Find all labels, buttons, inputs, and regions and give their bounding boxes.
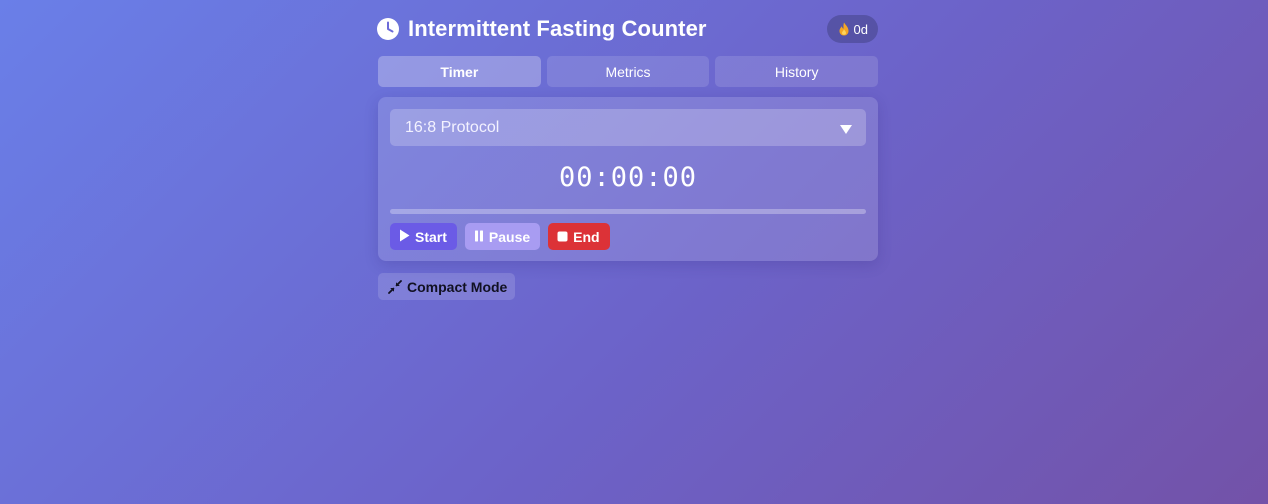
page-title: Intermittent Fasting Counter [408,16,707,41]
start-button[interactable]: Start [390,223,457,250]
chevron-down-icon [839,122,853,134]
stop-icon [557,229,568,245]
pause-icon [474,229,484,245]
timer-card: 16:8 Protocol 00:00:00 Start Pause End [378,97,878,261]
app-container: Intermittent Fasting Counter 0d Timer Me… [377,14,879,300]
timer-display: 00:00:00 [558,162,698,193]
compact-mode-label: Compact Mode [407,278,508,295]
tab-timer[interactable]: Timer [378,56,541,87]
tab-metrics[interactable]: Metrics [546,56,710,87]
title-group: Intermittent Fasting Counter [377,16,707,42]
compress-icon [388,279,402,294]
end-label: End [573,228,600,245]
start-label: Start [415,228,447,245]
tab-history[interactable]: History [715,56,879,87]
tab-bar: Timer Metrics History [378,56,879,87]
protocol-selected-value: 16:8 Protocol [405,118,500,136]
pause-button[interactable]: Pause [464,223,541,250]
end-button[interactable]: End [548,223,610,250]
timer-controls: Start Pause End [390,223,866,250]
clock-icon [377,18,399,40]
header: Intermittent Fasting Counter 0d [377,14,878,44]
compact-mode-button[interactable]: Compact Mode [378,273,515,300]
streak-badge: 0d [826,15,878,43]
progress-bar [390,209,866,214]
protocol-select[interactable]: 16:8 Protocol [390,109,866,146]
pause-label: Pause [488,228,531,245]
flame-icon [838,22,850,36]
streak-count: 0d [853,21,868,37]
play-icon [399,229,410,245]
